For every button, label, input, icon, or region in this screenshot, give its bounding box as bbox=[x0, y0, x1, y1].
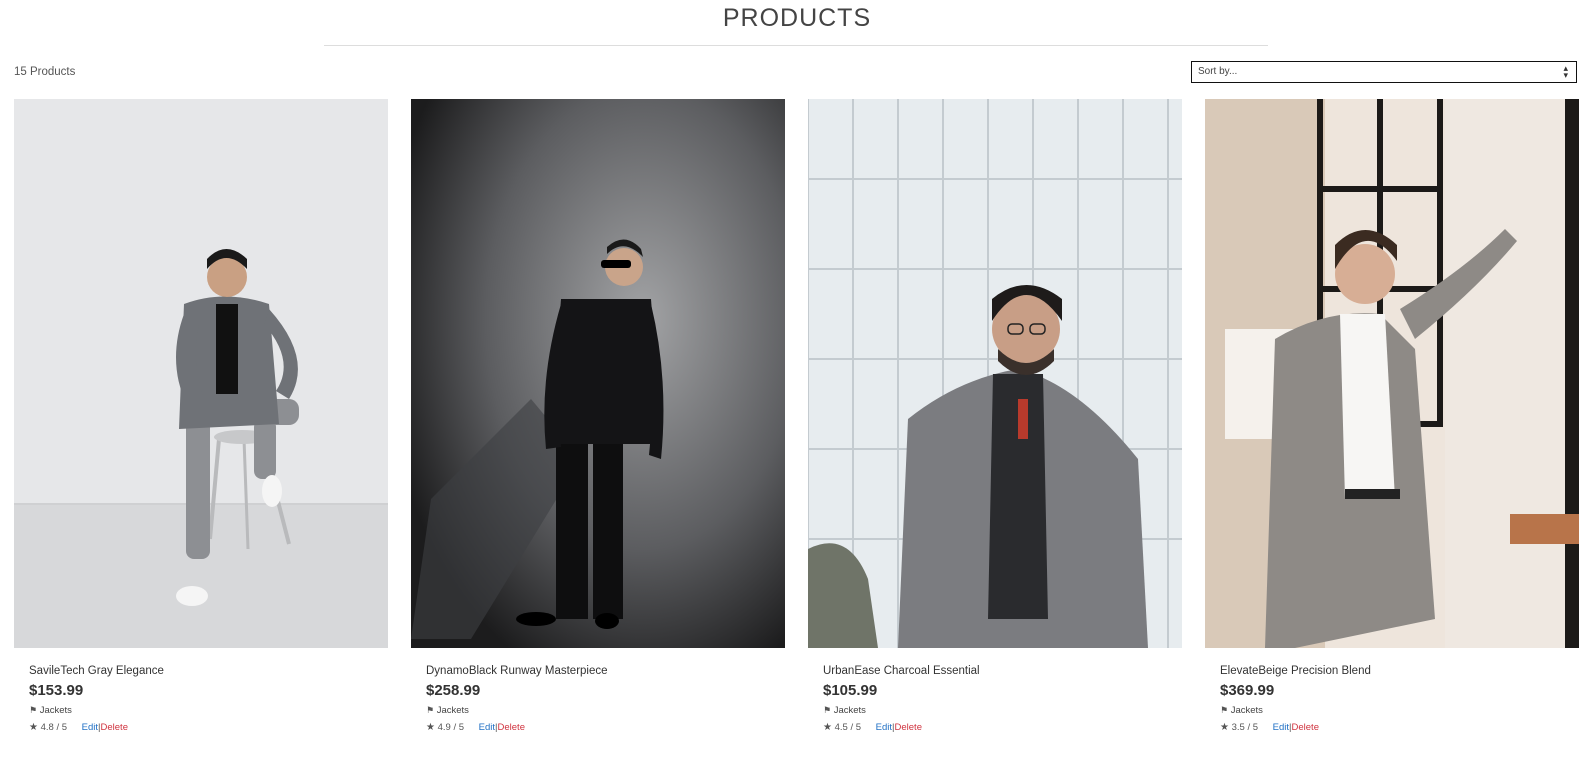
product-meta: ★ 4.5 / 5 Edit|Delete bbox=[823, 722, 1182, 733]
delete-link[interactable]: Delete bbox=[498, 722, 525, 733]
category-label: Jackets bbox=[39, 705, 72, 716]
edit-link[interactable]: Edit bbox=[1273, 722, 1289, 733]
select-caret-icon: ▴ ▾ bbox=[1563, 63, 1568, 80]
delete-link[interactable]: Delete bbox=[101, 722, 128, 733]
edit-link[interactable]: Edit bbox=[876, 722, 892, 733]
star-icon: ★ bbox=[29, 722, 38, 733]
product-image[interactable] bbox=[808, 99, 1182, 648]
star-icon: ★ bbox=[823, 722, 832, 733]
sort-placeholder: Sort by... bbox=[1198, 66, 1238, 77]
product-count: 15 Products bbox=[14, 66, 76, 78]
tag-icon: ⚑ bbox=[1220, 705, 1229, 715]
product-image[interactable] bbox=[14, 99, 388, 648]
product-meta: ★ 3.5 / 5 Edit|Delete bbox=[1220, 722, 1579, 733]
product-name[interactable]: ElevateBeige Precision Blend bbox=[1220, 665, 1579, 677]
product-category[interactable]: ⚑ Jackets bbox=[426, 705, 785, 716]
product-name[interactable]: UrbanEase Charcoal Essential bbox=[823, 665, 1182, 677]
category-label: Jackets bbox=[436, 705, 469, 716]
product-image[interactable] bbox=[1205, 99, 1579, 648]
product-price: $105.99 bbox=[823, 682, 878, 699]
product-card: SavileTech Gray Elegance $153.99 ⚑ Jacke… bbox=[14, 99, 388, 733]
page-title: PRODUCTS bbox=[722, 4, 872, 32]
tag-icon: ⚑ bbox=[823, 705, 832, 715]
product-rating: 3.5 / 5 bbox=[1231, 722, 1259, 733]
product-meta: ★ 4.9 / 5 Edit|Delete bbox=[426, 722, 785, 733]
tag-icon: ⚑ bbox=[426, 705, 435, 715]
category-label: Jackets bbox=[1230, 705, 1263, 716]
product-name[interactable]: DynamoBlack Runway Masterpiece bbox=[426, 665, 785, 677]
title-divider bbox=[324, 45, 1268, 46]
product-meta: ★ 4.8 / 5 Edit|Delete bbox=[29, 722, 388, 733]
product-rating: 4.9 / 5 bbox=[437, 722, 465, 733]
product-category[interactable]: ⚑ Jackets bbox=[823, 705, 1182, 716]
sort-select[interactable]: Sort by... ▴ ▾ bbox=[1191, 61, 1577, 83]
category-label: Jackets bbox=[833, 705, 866, 716]
product-category[interactable]: ⚑ Jackets bbox=[29, 705, 388, 716]
product-card: UrbanEase Charcoal Essential $105.99 ⚑ J… bbox=[808, 99, 1182, 733]
product-price: $258.99 bbox=[426, 682, 481, 699]
product-price: $153.99 bbox=[29, 682, 84, 699]
product-card: DynamoBlack Runway Masterpiece $258.99 ⚑… bbox=[411, 99, 785, 733]
product-name[interactable]: SavileTech Gray Elegance bbox=[29, 665, 388, 677]
star-icon: ★ bbox=[1220, 722, 1229, 733]
product-card: ElevateBeige Precision Blend $369.99 ⚑ J… bbox=[1205, 99, 1579, 733]
product-rating: 4.5 / 5 bbox=[834, 722, 862, 733]
product-category[interactable]: ⚑ Jackets bbox=[1220, 705, 1579, 716]
tag-icon: ⚑ bbox=[29, 705, 38, 715]
edit-link[interactable]: Edit bbox=[479, 722, 495, 733]
product-price: $369.99 bbox=[1220, 682, 1275, 699]
product-rating: 4.8 / 5 bbox=[40, 722, 68, 733]
star-icon: ★ bbox=[426, 722, 435, 733]
product-image[interactable] bbox=[411, 99, 785, 648]
edit-link[interactable]: Edit bbox=[82, 722, 98, 733]
delete-link[interactable]: Delete bbox=[895, 722, 922, 733]
delete-link[interactable]: Delete bbox=[1292, 722, 1319, 733]
